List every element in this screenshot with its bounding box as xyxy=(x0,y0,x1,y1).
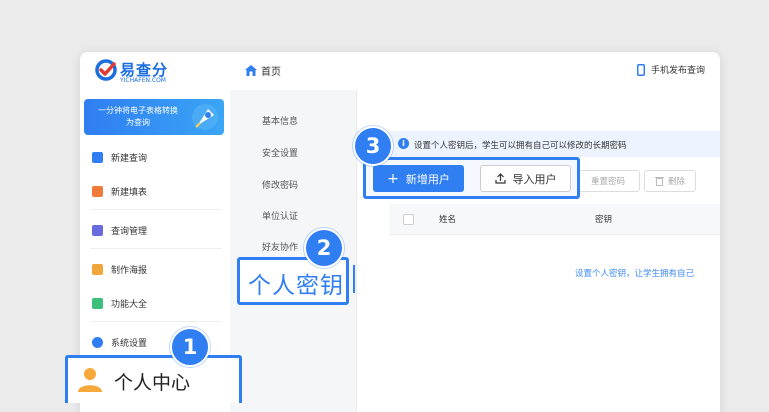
sidebar-item-label: 系统设置 xyxy=(111,338,148,349)
user-icon xyxy=(78,368,102,392)
promo-text: 一分钟将电子表格转换为查询 xyxy=(98,106,178,127)
logo[interactable]: 易查分 YICHAFEN.COM xyxy=(94,57,184,85)
settings-icon xyxy=(92,336,103,348)
sidebar-item-query-manage[interactable]: 查询管理 xyxy=(92,220,147,240)
trash-icon xyxy=(654,177,664,186)
sidebar-item-new-query[interactable]: 新建查询 xyxy=(92,147,147,167)
new-query-icon xyxy=(92,151,103,163)
sidebar-item-label: 制作海报 xyxy=(111,265,148,276)
new-user-button[interactable]: + 新增用户 xyxy=(373,165,464,192)
sidebar-item-label: 功能大全 xyxy=(111,299,148,310)
sidebar-item-settings[interactable]: 系统设置 xyxy=(92,332,147,352)
sidebar-item-features[interactable]: 功能大全 xyxy=(92,293,147,313)
sidebar-item-poster[interactable]: 制作海报 xyxy=(92,259,147,279)
active-indicator xyxy=(353,265,355,293)
select-all-checkbox[interactable] xyxy=(403,214,414,225)
new-user-label: 新增用户 xyxy=(405,172,450,186)
personal-center-highlight[interactable]: 个人中心 xyxy=(65,355,242,403)
home-icon xyxy=(245,65,257,76)
user-actions-highlight: + 新增用户 导入用户 xyxy=(363,157,580,199)
sidebar-divider xyxy=(90,209,222,210)
logo-icon xyxy=(95,59,117,81)
home-link[interactable]: 首页 xyxy=(245,63,281,78)
poster-icon xyxy=(92,263,103,275)
sidebar-item-label: 新建查询 xyxy=(111,153,148,164)
tip-text: 设置个人密钥后，学生可以拥有自己可以修改的长期密码 xyxy=(414,141,627,151)
upload-icon xyxy=(494,173,506,184)
personal-center-label: 个人中心 xyxy=(114,372,191,394)
subnav-friend-collab[interactable]: 好友协作 xyxy=(262,240,298,253)
personal-key-label: 个人密钥 xyxy=(248,273,344,299)
info-icon: i xyxy=(398,138,409,149)
phone-icon xyxy=(637,63,645,76)
query-manage-icon xyxy=(92,224,103,236)
step-badge-1: 1 xyxy=(170,327,210,367)
delete-button[interactable]: 删除 xyxy=(644,170,696,192)
sidebar-item-label: 查询管理 xyxy=(111,226,148,237)
sidebar-divider xyxy=(90,248,222,249)
import-user-label: 导入用户 xyxy=(512,172,557,186)
sidebar-item-new-form[interactable]: 新建填表 xyxy=(92,181,147,201)
sidebar-divider xyxy=(90,321,222,322)
top-bar: 易查分 YICHAFEN.COM 首页 手机发布查询 xyxy=(80,52,720,91)
logo-subtext: YICHAFEN.COM xyxy=(120,77,166,84)
promo-banner[interactable]: 一分钟将电子表格转换为查询 xyxy=(84,99,224,135)
import-user-button[interactable]: 导入用户 xyxy=(480,165,571,192)
plus-icon: + xyxy=(387,170,399,187)
promo-rocket-icon xyxy=(192,104,218,130)
step-badge-2: 2 xyxy=(304,228,344,268)
delete-label: 删除 xyxy=(667,177,685,187)
table-header: 姓名 密钥 xyxy=(389,204,720,235)
sidebar-item-label: 新建填表 xyxy=(111,187,148,198)
new-form-icon xyxy=(92,185,103,197)
reset-password-button[interactable]: 重置密码 xyxy=(576,170,640,192)
main-content: i 设置个人密钥后，学生可以拥有自己可以修改的长期密码 重置密码 删除 姓名 密… xyxy=(357,90,720,412)
home-label: 首页 xyxy=(261,67,281,78)
subnav-security[interactable]: 安全设置 xyxy=(262,146,298,159)
column-key: 密钥 xyxy=(595,215,613,225)
info-tip: i 设置个人密钥后，学生可以拥有自己可以修改的长期密码 xyxy=(357,131,720,157)
mobile-publish-label: 手机发布查询 xyxy=(651,66,706,76)
subnav-change-password[interactable]: 修改密码 xyxy=(262,178,298,191)
column-name: 姓名 xyxy=(439,215,457,225)
mobile-publish-link[interactable]: 手机发布查询 xyxy=(637,63,705,76)
subnav-org-verify[interactable]: 单位认证 xyxy=(262,209,298,222)
step-badge-3: 3 xyxy=(353,126,393,166)
reset-password-label: 重置密码 xyxy=(590,177,625,187)
empty-state-text: 设置个人密钥，让学生拥有自己 xyxy=(575,269,695,279)
features-icon xyxy=(92,297,103,309)
subnav-basic-info[interactable]: 基本信息 xyxy=(262,114,298,127)
